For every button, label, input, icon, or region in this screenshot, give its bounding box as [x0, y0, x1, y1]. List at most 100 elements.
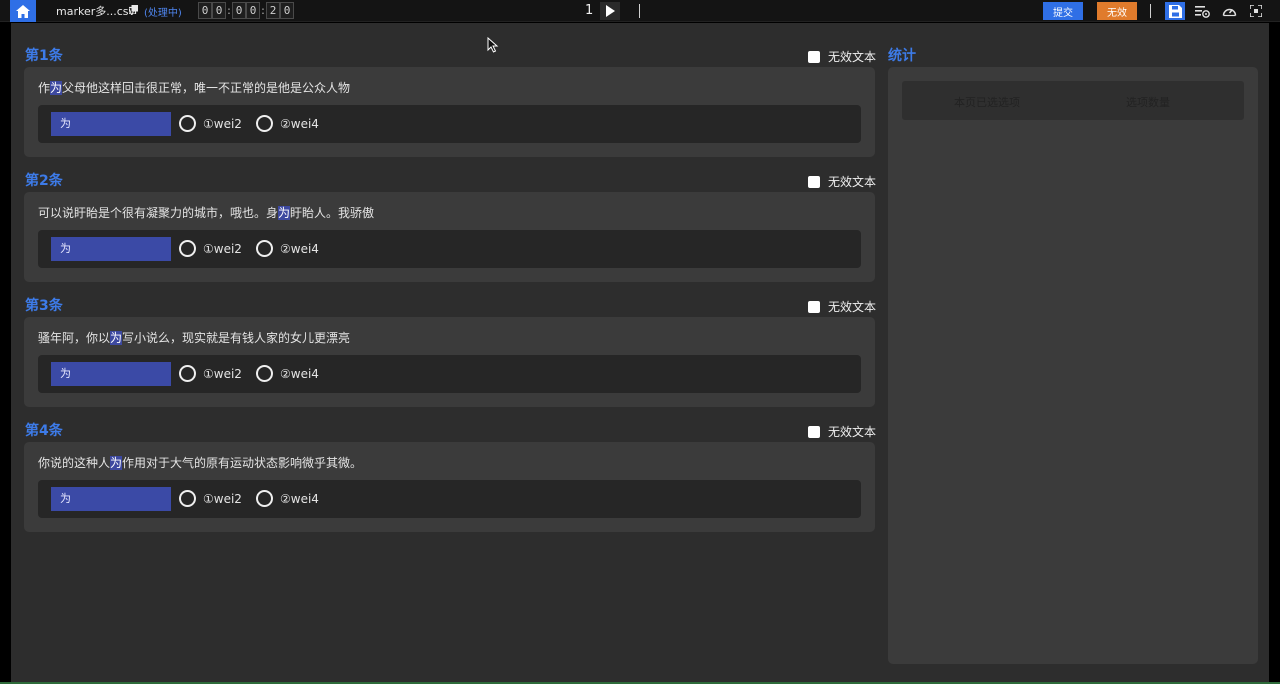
home-button[interactable]: [10, 0, 36, 22]
invalid-text-checkbox[interactable]: 无效文本: [808, 298, 876, 315]
option-radio[interactable]: ②wei4: [256, 365, 319, 382]
radio-circle[interactable]: [179, 115, 196, 132]
timer-digit: 0: [212, 2, 226, 19]
timer: 0 0 : 0 0 : 2 0: [198, 2, 294, 19]
option-radio[interactable]: ①wei2: [179, 490, 242, 507]
stats-table-header: 本页已选选项 选项数量: [902, 81, 1244, 120]
checkbox-box[interactable]: [808, 50, 820, 63]
divider: [1150, 4, 1151, 18]
divider: [639, 4, 640, 18]
item-card: 作为父母他这样回击很正常，唯一不正常的是他是公众人物 为 ①wei2 ②wei4: [24, 67, 875, 157]
stats-col-count: 选项数量: [1126, 96, 1170, 109]
option-label: ②wei4: [280, 491, 319, 506]
target-word: 为: [51, 487, 171, 511]
radio-circle[interactable]: [256, 490, 273, 507]
page-number: 1: [585, 3, 594, 18]
option-radio[interactable]: ①wei2: [179, 365, 242, 382]
item-title: 第1条: [25, 48, 63, 64]
sentence-part: 可以说盱眙是个很有凝聚力的城市，哦也。身: [38, 206, 279, 220]
option-radio[interactable]: ②wei4: [256, 240, 319, 257]
sentence-part: 作: [38, 81, 51, 95]
checkbox-label: 无效文本: [828, 300, 877, 314]
submit-button[interactable]: 提交: [1043, 2, 1083, 20]
item-card: 你说的这种人为作用对于大气的原有运动状态影响微乎其微。 为 ①wei2 ②wei…: [24, 442, 875, 532]
invalid-text-checkbox[interactable]: 无效文本: [808, 423, 876, 440]
timer-digit: 0: [246, 2, 260, 19]
stats-col-selected: 本页已选选项: [954, 96, 1020, 109]
checkbox-box[interactable]: [808, 175, 820, 188]
option-row: 为 ①wei2 ②wei4: [38, 105, 861, 143]
fullscreen-icon: [1250, 5, 1262, 17]
option-radio[interactable]: ②wei4: [256, 115, 319, 132]
invalid-text-checkbox[interactable]: 无效文本: [808, 173, 876, 190]
sentence-part: 你说的这种人: [38, 456, 111, 470]
radio-circle[interactable]: [179, 365, 196, 382]
item-card: 骚年阿，你以为写小说么，现实就是有钱人家的女儿更漂亮 为 ①wei2 ②wei4: [24, 317, 875, 407]
checkbox-box[interactable]: [808, 425, 820, 438]
radio-circle[interactable]: [179, 490, 196, 507]
sentence-part: 作用对于大气的原有运动状态影响微乎其微。: [122, 456, 363, 470]
status-text: (处理中): [144, 8, 182, 19]
option-label: ①wei2: [203, 241, 242, 256]
dashboard-button[interactable]: [1219, 2, 1239, 20]
checkbox-label: 无效文本: [828, 175, 877, 189]
option-row: 为 ①wei2 ②wei4: [38, 355, 861, 393]
item-card: 可以说盱眙是个很有凝聚力的城市，哦也。身为盱眙人。我骄傲 为 ①wei2 ②we…: [24, 192, 875, 282]
sentence-part: 骚年阿，你以: [38, 331, 111, 345]
save-icon: [1168, 4, 1182, 18]
target-word: 为: [51, 112, 171, 136]
option-radio[interactable]: ②wei4: [256, 490, 319, 507]
speedometer-icon: [1222, 8, 1236, 17]
option-label: ②wei4: [280, 241, 319, 256]
radio-circle[interactable]: [256, 240, 273, 257]
highlighted-char: 为: [278, 206, 291, 220]
mouse-cursor-icon: [487, 37, 499, 53]
option-row: 为 ①wei2 ②wei4: [38, 230, 861, 268]
invalid-text-checkbox[interactable]: 无效文本: [808, 48, 876, 65]
fullscreen-button[interactable]: [1246, 2, 1266, 20]
stats-title: 统计: [888, 48, 916, 64]
highlighted-char: 为: [110, 331, 123, 345]
option-label: ②wei4: [280, 366, 319, 381]
radio-circle[interactable]: [179, 240, 196, 257]
save-button[interactable]: [1165, 2, 1185, 20]
main-area: 第1条 无效文本 作为父母他这样回击很正常，唯一不正常的是他是公众人物 为 ①w…: [11, 23, 1269, 682]
target-word: 为: [51, 237, 171, 261]
sentence-text: 你说的这种人为作用对于大气的原有运动状态影响微乎其微。: [38, 454, 362, 471]
checkbox-label: 无效文本: [828, 425, 877, 439]
settings-list-button[interactable]: [1192, 2, 1212, 20]
top-bar: marker多...csv (处理中) 0 0 : 0 0 : 2 0 1 提交…: [0, 0, 1280, 22]
timer-digit: 0: [232, 2, 246, 19]
play-icon: [605, 5, 615, 17]
item-title: 第3条: [25, 298, 63, 314]
checkbox-box[interactable]: [808, 300, 820, 313]
option-row: 为 ①wei2 ②wei4: [38, 480, 861, 518]
timer-digit: 0: [198, 2, 212, 19]
item-title: 第2条: [25, 173, 63, 189]
sentence-part: 盱眙人。我骄傲: [290, 206, 375, 220]
radio-circle[interactable]: [256, 115, 273, 132]
home-icon: [16, 4, 30, 18]
sentence-text: 可以说盱眙是个很有凝聚力的城市，哦也。身为盱眙人。我骄傲: [38, 204, 374, 221]
stats-panel: 本页已选选项 选项数量: [888, 67, 1258, 664]
option-radio[interactable]: ①wei2: [179, 115, 242, 132]
invalid-button[interactable]: 无效: [1097, 2, 1137, 20]
item-title: 第4条: [25, 423, 63, 439]
list-settings-icon: [1194, 5, 1210, 18]
copy-icon[interactable]: [129, 5, 138, 14]
highlighted-char: 为: [110, 456, 123, 470]
target-word: 为: [51, 362, 171, 386]
checkbox-label: 无效文本: [828, 50, 877, 64]
next-page-button[interactable]: [600, 2, 620, 20]
highlighted-char: 为: [50, 81, 63, 95]
sentence-part: 父母他这样回击很正常，唯一不正常的是他是公众人物: [62, 81, 351, 95]
sentence-text: 骚年阿，你以为写小说么，现实就是有钱人家的女儿更漂亮: [38, 329, 350, 346]
timer-digit: 2: [266, 2, 280, 19]
radio-circle[interactable]: [256, 365, 273, 382]
sentence-part: 写小说么，现实就是有钱人家的女儿更漂亮: [122, 331, 351, 345]
option-label: ①wei2: [203, 116, 242, 131]
option-label: ①wei2: [203, 491, 242, 506]
sentence-text: 作为父母他这样回击很正常，唯一不正常的是他是公众人物: [38, 79, 350, 96]
timer-digit: 0: [280, 2, 294, 19]
option-radio[interactable]: ①wei2: [179, 240, 242, 257]
